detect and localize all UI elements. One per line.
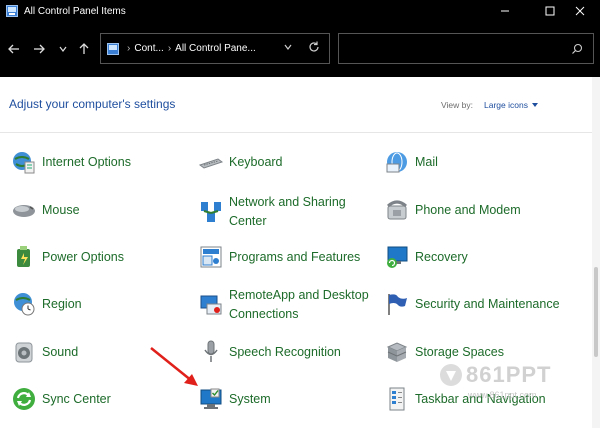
chevron-down-icon — [59, 46, 67, 52]
item-security-and-maintenance[interactable]: Security and Maintenance — [383, 290, 560, 318]
vertical-scrollbar[interactable] — [592, 77, 600, 428]
up-button[interactable] — [74, 39, 94, 59]
item-label: Sound — [42, 344, 79, 359]
view-mode-label: Large icons — [484, 100, 528, 110]
window-title: All Control Panel Items — [24, 5, 126, 17]
search-icon — [572, 43, 583, 54]
item-region[interactable]: Region — [10, 290, 82, 318]
arrow-right-icon — [34, 44, 45, 54]
watermark-badge-icon — [440, 364, 462, 386]
item-network-and-sharing-center[interactable]: Network and Sharing Center — [197, 193, 346, 231]
power-icon — [10, 243, 38, 271]
item-label-line: Network and Sharing — [229, 195, 346, 209]
item-mail[interactable]: Mail — [383, 148, 438, 176]
page-title: Adjust your computer's settings — [9, 97, 176, 111]
item-keyboard[interactable]: Keyboard — [197, 148, 283, 176]
watermark-text: 861PPT — [466, 362, 552, 387]
navigation-bar: › Cont... › All Control Pane... — [0, 22, 600, 77]
maximize-icon — [545, 6, 555, 16]
forward-button[interactable] — [29, 39, 49, 59]
item-system[interactable]: System — [197, 385, 271, 413]
view-by-label: View by: — [441, 100, 473, 110]
sync-icon — [10, 385, 38, 413]
item-label: Speech Recognition — [229, 344, 341, 359]
close-button[interactable] — [560, 0, 600, 22]
watermark-subtext: www.861ppt.com — [468, 390, 537, 400]
item-label: Mouse — [42, 202, 80, 217]
item-label-line: RemoteApp and Desktop — [229, 288, 369, 302]
item-label: Region — [42, 296, 82, 311]
close-icon — [575, 6, 585, 16]
item-label-line: Center — [229, 214, 267, 228]
phone-icon — [383, 196, 411, 224]
address-dropdown-button[interactable] — [283, 42, 293, 55]
refresh-button[interactable] — [307, 40, 321, 57]
annotation-arrow-icon — [150, 347, 198, 386]
item-label: Mail — [415, 154, 438, 169]
item-label: Phone and Modem — [415, 202, 521, 217]
item-label: Security and Maintenance — [415, 296, 560, 311]
item-recovery[interactable]: Recovery — [383, 243, 468, 271]
speaker-icon — [10, 338, 38, 366]
globe-clock-icon — [10, 290, 38, 318]
breadcrumb-item[interactable]: Cont... — [134, 43, 163, 54]
control-panel-icon — [107, 42, 119, 55]
chevron-down-icon — [284, 44, 292, 50]
item-label: System — [229, 391, 271, 406]
recovery-icon — [383, 243, 411, 271]
remoteapp-icon — [197, 291, 225, 319]
item-sync-center[interactable]: Sync Center — [10, 385, 111, 413]
item-programs-and-features[interactable]: Programs and Features — [197, 243, 360, 271]
scrollbar-thumb[interactable] — [594, 267, 598, 357]
storage-icon — [383, 338, 411, 366]
arrow-left-icon — [8, 44, 19, 54]
item-label-line: Connections — [229, 307, 299, 321]
item-label: Power Options — [42, 249, 124, 264]
globe-document-icon — [10, 148, 38, 176]
item-sound[interactable]: Sound — [10, 338, 78, 366]
back-button[interactable] — [4, 39, 24, 59]
network-icon — [197, 198, 225, 226]
minimize-icon — [501, 10, 509, 12]
item-phone-and-modem[interactable]: Phone and Modem — [383, 196, 521, 224]
refresh-icon — [309, 41, 319, 52]
arrow-up-icon — [79, 43, 89, 54]
flag-icon — [383, 290, 411, 318]
breadcrumb-separator: › — [127, 43, 131, 54]
item-label: Network and Sharing Center — [229, 193, 346, 231]
item-label: Internet Options — [42, 154, 131, 169]
keyboard-icon — [197, 148, 225, 176]
taskbar-icon — [383, 385, 411, 413]
mouse-icon — [10, 196, 38, 224]
minimize-button[interactable] — [485, 0, 525, 22]
programs-icon — [197, 243, 225, 271]
item-label: Sync Center — [42, 391, 111, 406]
item-remoteapp-and-desktop-connections[interactable]: RemoteApp and Desktop Connections — [197, 286, 369, 324]
item-internet-options[interactable]: Internet Options — [10, 148, 131, 176]
control-panel-icon — [6, 5, 18, 17]
divider — [0, 132, 600, 133]
item-mouse[interactable]: Mouse — [10, 196, 80, 224]
address-bar[interactable]: › Cont... › All Control Pane... — [100, 33, 330, 64]
item-power-options[interactable]: Power Options — [10, 243, 124, 271]
view-mode-dropdown[interactable]: Large icons — [484, 100, 538, 110]
item-label: Programs and Features — [229, 249, 361, 264]
item-label: Keyboard — [229, 154, 283, 169]
caret-down-icon — [531, 103, 538, 107]
item-label: RemoteApp and Desktop Connections — [229, 286, 369, 324]
item-speech-recognition[interactable]: Speech Recognition — [197, 338, 341, 366]
search-input[interactable] — [338, 33, 594, 64]
watermark-logo: 861PPT www.861ppt.com — [438, 356, 588, 412]
breadcrumb-separator: › — [167, 43, 172, 54]
recent-locations-button[interactable] — [53, 39, 73, 59]
mail-icon — [383, 148, 411, 176]
item-label: Recovery — [415, 249, 468, 264]
breadcrumb-item[interactable]: All Control Pane... — [175, 43, 256, 54]
